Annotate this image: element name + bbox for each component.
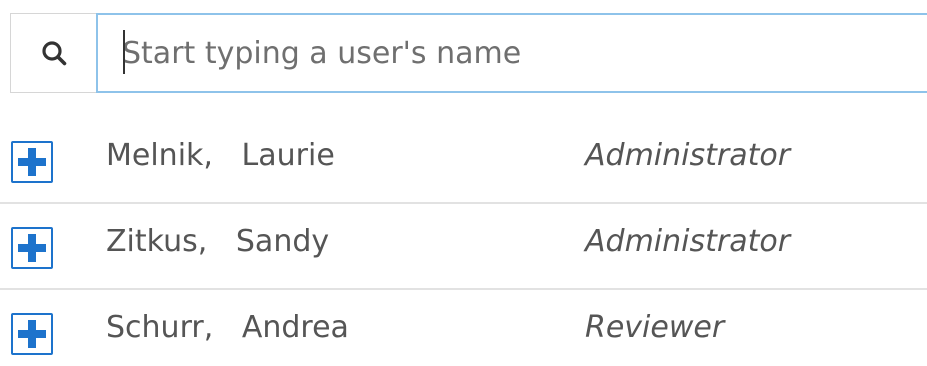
user-role: Administrator — [585, 224, 791, 259]
add-user-button[interactable] — [11, 313, 53, 355]
list-item: Zitkus, Sandy Administrator — [0, 204, 927, 290]
user-name: Zitkus, Sandy — [106, 224, 330, 259]
add-user-button[interactable] — [11, 141, 53, 183]
list-item: Schurr, Andrea Reviewer — [0, 290, 927, 366]
user-name: Schurr, Andrea — [106, 310, 349, 345]
user-role: Reviewer — [585, 310, 725, 345]
user-role: Administrator — [585, 138, 791, 173]
list-item: Melnik, Laurie Administrator — [0, 118, 927, 204]
add-user-button[interactable] — [11, 227, 53, 269]
user-name: Melnik, Laurie — [106, 138, 335, 173]
search-button[interactable] — [10, 13, 96, 93]
search-input-container — [96, 13, 927, 93]
search-icon — [41, 40, 67, 66]
search-input[interactable] — [98, 15, 927, 91]
text-caret — [123, 30, 125, 74]
search-bar — [10, 13, 927, 93]
user-list: Melnik, Laurie Administrator Zitkus, San… — [0, 118, 927, 366]
user-picker: Melnik, Laurie Administrator Zitkus, San… — [0, 0, 927, 366]
